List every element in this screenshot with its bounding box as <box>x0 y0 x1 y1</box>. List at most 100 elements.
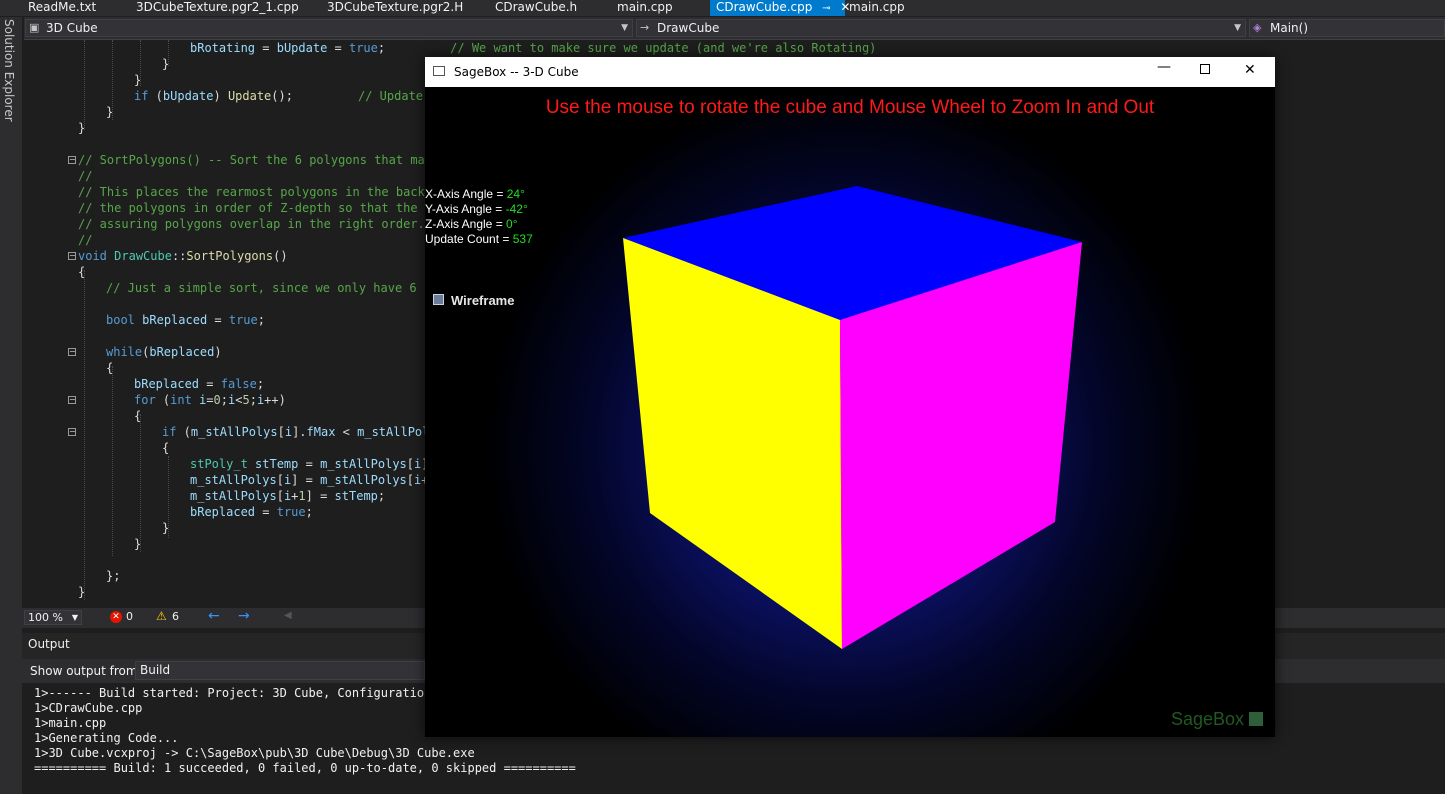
indent-guide <box>84 40 85 130</box>
sagebox-titlebar[interactable]: SageBox -- 3-D Cube — ✕ <box>425 57 1275 87</box>
solution-explorer-strip[interactable]: Solution Explorer <box>0 17 22 794</box>
minimize-icon[interactable]: — <box>1157 59 1171 75</box>
code-line: }; <box>106 569 121 583</box>
output-source-value: Build <box>140 663 171 677</box>
show-output-from-label: Show output from: <box>30 664 142 678</box>
output-line: 1>------ Build started: Project: 3D Cube… <box>34 686 439 700</box>
code-line: m_stAllPolys[i+1] = stTemp; <box>190 489 386 503</box>
output-title: Output <box>28 637 70 651</box>
collapse-toggle[interactable]: − <box>68 252 76 260</box>
code-line: bool bReplaced = true; <box>106 313 265 327</box>
output-line: 1>main.cpp <box>34 716 107 730</box>
code-line: // the polygons in order of Z-depth so t… <box>78 201 440 215</box>
code-line: if (bUpdate) Update(); // Update it <box>134 89 445 103</box>
collapse-toggle[interactable]: − <box>68 156 76 164</box>
code-line: } <box>106 105 114 119</box>
code-line: bReplaced = true; <box>190 505 313 519</box>
member-combo[interactable]: ◈ Main() <box>1249 19 1445 37</box>
collapse-toggle[interactable]: − <box>68 396 76 404</box>
cube-canvas[interactable]: Use the mouse to rotate the cube and Mou… <box>425 87 1275 737</box>
code-line: stPoly_t stTemp = m_stAllPolys[i]; <box>190 457 436 471</box>
code-line: } <box>78 121 86 135</box>
close-icon[interactable]: ✕ <box>1244 62 1256 78</box>
scroll-left-icon[interactable]: ◀ <box>284 610 292 621</box>
editor-gutter <box>22 40 64 608</box>
collapse-toggle[interactable]: − <box>68 348 76 356</box>
navigate-forward-icon[interactable]: → <box>238 608 250 624</box>
code-line: } <box>162 521 170 535</box>
tab-main-cpp[interactable]: main.cpp <box>611 0 707 16</box>
solution-explorer-label: Solution Explorer <box>2 19 16 122</box>
output-line: ========== Build: 1 succeeded, 0 failed,… <box>34 761 576 775</box>
code-line: } <box>162 57 170 71</box>
tab-main-cpp-2[interactable]: main.cpp <box>843 0 929 16</box>
indent-guide <box>140 414 141 552</box>
indent-guide <box>112 366 113 556</box>
code-line: { <box>134 409 142 423</box>
tab-readme[interactable]: ReadMe.txt <box>22 0 128 16</box>
sagebox-logo: SageBox <box>1171 709 1264 730</box>
tab-3dcubetexture-h[interactable]: 3DCubeTexture.pgr2.H <box>321 0 487 16</box>
output-line: 1>CDrawCube.cpp <box>34 701 143 715</box>
scope-combo-value: DrawCube <box>657 21 720 35</box>
tab-label: 3DCubeTexture.pgr2_1.cpp <box>136 0 299 14</box>
code-line: // Just a simple sort, since we only hav… <box>106 281 439 295</box>
tab-label: main.cpp <box>617 0 673 14</box>
cube-logo-icon <box>1249 712 1264 726</box>
code-line: void DrawCube::SortPolygons() <box>78 249 288 263</box>
tab-label: ReadMe.txt <box>28 0 97 14</box>
output-line: 1>Generating Code... <box>34 731 179 745</box>
navigate-back-icon[interactable]: ← <box>208 608 220 624</box>
code-line: while(bReplaced) <box>106 345 222 359</box>
document-tab-strip: ReadMe.txt 3DCubeTexture.pgr2_1.cpp 3DCu… <box>0 0 1445 16</box>
tab-cdrawcube-h[interactable]: CDrawCube.h <box>489 0 605 16</box>
error-icon: ✕ <box>110 611 122 623</box>
code-line: // SortPolygons() -- Sort the 6 polygons… <box>78 153 440 167</box>
pin-icon[interactable]: ⊸ <box>822 3 830 14</box>
project-combo[interactable]: ▣ 3D Cube ▼ <box>25 19 633 37</box>
warning-count[interactable]: 6 <box>172 610 179 623</box>
code-line: // assuring polygons overlap in the righ… <box>78 217 425 231</box>
tab-label: 3DCubeTexture.pgr2.H <box>327 0 464 14</box>
code-line: bReplaced = false; <box>134 377 265 391</box>
tab-label: main.cpp <box>849 0 905 14</box>
zoom-value: 100 % <box>28 611 63 624</box>
code-line: } <box>134 537 142 551</box>
code-line: // This places the rearmost polygons in … <box>78 185 433 199</box>
code-line: // <box>78 233 93 247</box>
code-line: if (m_stAllPolys[i].fMax < m_stAllPoly <box>162 425 437 439</box>
project-combo-value: 3D Cube <box>46 21 98 35</box>
error-count[interactable]: 0 <box>126 610 133 623</box>
maximize-icon[interactable] <box>1200 64 1210 74</box>
code-line: m_stAllPolys[i] = m_stAllPolys[i+1 <box>190 473 436 487</box>
code-line: for (int i=0;i<5;i++) <box>134 393 286 407</box>
code-line: { <box>106 361 114 375</box>
code-line: } <box>134 73 142 87</box>
output-line: 1>3D Cube.vcxproj -> C:\SageBox\pub\3D C… <box>34 746 475 760</box>
tab-label: CDrawCube.cpp <box>716 0 813 14</box>
code-line: } <box>78 585 86 599</box>
zoom-combo[interactable]: 100 % ▼ <box>24 610 82 625</box>
app-icon <box>433 66 445 76</box>
code-line: bRotating = bUpdate = true; // We want t… <box>190 41 877 55</box>
window-title: SageBox -- 3-D Cube <box>454 65 579 79</box>
method-icon: ◈ <box>1253 21 1262 34</box>
scope-combo[interactable]: → DrawCube ▼ <box>636 19 1246 37</box>
member-combo-value: Main() <box>1270 21 1309 35</box>
warning-icon: ⚠ <box>156 609 167 623</box>
tab-3dcubetexture-cpp[interactable]: 3DCubeTexture.pgr2_1.cpp <box>130 0 316 16</box>
output-source-select[interactable]: Build <box>135 661 425 680</box>
code-line: // <box>78 169 93 183</box>
navigation-bar: ▣ 3D Cube ▼ → DrawCube ▼ ◈ Main() <box>24 17 1445 40</box>
tab-cdrawcube-cpp[interactable]: CDrawCube.cpp ⊸ ✕ <box>710 0 850 16</box>
project-icon: ▣ <box>29 21 40 34</box>
chevron-down-icon: ▼ <box>71 613 78 622</box>
brand-text: SageBox <box>1171 709 1245 729</box>
code-line: { <box>162 441 170 455</box>
indent-guide <box>84 270 85 600</box>
chevron-down-icon: ▼ <box>621 23 628 33</box>
cube-drawing <box>623 186 1082 649</box>
collapse-toggle[interactable]: − <box>68 428 76 436</box>
tab-label: CDrawCube.h <box>495 0 578 14</box>
sagebox-window: SageBox -- 3-D Cube — ✕ Use the mouse to… <box>425 57 1275 737</box>
